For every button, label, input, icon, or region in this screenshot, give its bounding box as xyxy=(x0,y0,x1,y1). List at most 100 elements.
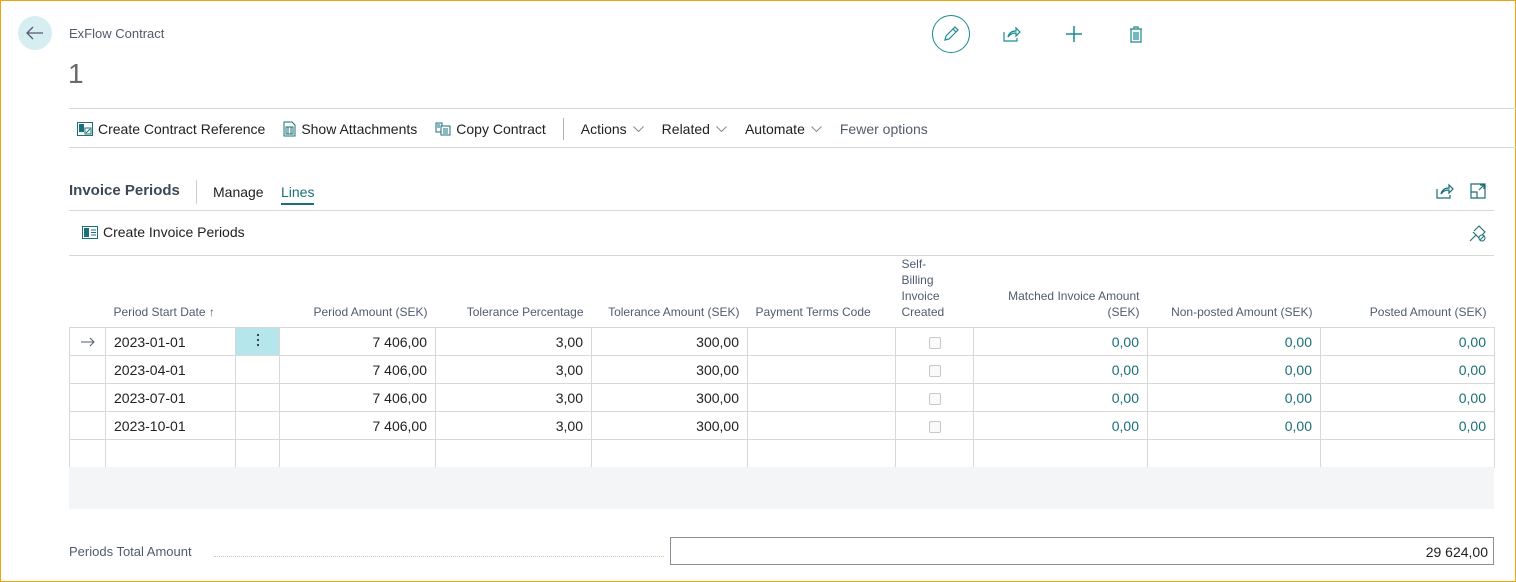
period-amount-cell[interactable]: 7 406,00 xyxy=(279,411,436,440)
divider xyxy=(69,108,1516,109)
periods-total-amount-field[interactable]: 29 624,00 xyxy=(670,537,1494,565)
payment-terms-code-cell[interactable] xyxy=(747,327,896,356)
record-number: 1 xyxy=(68,58,84,89)
row-menu-button[interactable] xyxy=(235,327,280,356)
self-billing-checkbox[interactable] xyxy=(928,420,941,433)
non-posted-amount-cell[interactable]: 0,00 xyxy=(1147,411,1321,440)
table-row[interactable]: 2023-10-01 7 406,00 3,00 300,00 0,00 0,0… xyxy=(69,411,1495,440)
non-posted-amount-cell[interactable]: 0,00 xyxy=(1147,383,1321,412)
row-indicator xyxy=(69,439,106,468)
create-contract-reference-label: Create Contract Reference xyxy=(98,121,266,137)
table-row[interactable]: 2023-01-01 7 406,00 3,00 300,00 0,00 0,0… xyxy=(69,327,1495,356)
row-menu-cell[interactable] xyxy=(235,383,280,412)
payment-terms-code-cell[interactable] xyxy=(747,411,896,440)
actions-menu[interactable]: Actions xyxy=(572,112,653,146)
row-indicator xyxy=(69,411,106,440)
share-part-button[interactable] xyxy=(1436,183,1454,199)
new-row[interactable] xyxy=(69,439,1495,468)
posted-amount-cell[interactable]: 0,00 xyxy=(1320,411,1495,440)
vertical-dots-icon xyxy=(256,333,259,347)
period-amount-cell[interactable]: 7 406,00 xyxy=(279,383,436,412)
show-attachments-button[interactable]: Show Attachments xyxy=(274,112,426,146)
delete-button[interactable] xyxy=(1116,14,1156,54)
share-button[interactable] xyxy=(992,14,1032,54)
matched-invoice-amount-cell[interactable]: 0,00 xyxy=(973,355,1148,384)
empty-cell[interactable] xyxy=(747,439,896,468)
period-start-date-cell[interactable]: 2023-10-01 xyxy=(105,411,236,440)
indicator-header xyxy=(69,256,106,328)
row-menu-cell[interactable] xyxy=(235,355,280,384)
copy-contract-label: Copy Contract xyxy=(456,121,546,137)
expand-button[interactable] xyxy=(1470,183,1486,199)
copy-contract-button[interactable]: Copy Contract xyxy=(426,112,554,146)
column-header-tolerance-amount[interactable]: Tolerance Amount (SEK) xyxy=(591,256,748,328)
posted-amount-cell[interactable]: 0,00 xyxy=(1320,355,1495,384)
empty-cell[interactable] xyxy=(105,439,236,468)
period-amount-cell[interactable]: 7 406,00 xyxy=(279,355,436,384)
column-header-period-amount[interactable]: Period Amount (SEK) xyxy=(279,256,436,328)
posted-amount-cell[interactable]: 0,00 xyxy=(1320,327,1495,356)
column-header-self-billing-invoice-created[interactable]: Self- Billing Invoice Created xyxy=(895,256,974,328)
tab-manage[interactable]: Manage xyxy=(213,184,264,200)
actions-menu-label: Actions xyxy=(580,121,627,137)
edit-button[interactable] xyxy=(932,15,970,53)
share-icon xyxy=(1003,26,1021,42)
column-header-matched-invoice-amount[interactable]: Matched Invoice Amount (SEK) xyxy=(973,256,1148,328)
payment-terms-code-cell[interactable] xyxy=(747,355,896,384)
period-amount-cell[interactable]: 7 406,00 xyxy=(279,327,436,356)
self-billing-checkbox[interactable] xyxy=(928,392,941,405)
non-posted-amount-cell[interactable]: 0,00 xyxy=(1147,327,1321,356)
period-start-date-cell[interactable]: 2023-04-01 xyxy=(105,355,236,384)
tolerance-amount-cell[interactable]: 300,00 xyxy=(591,411,748,440)
tolerance-percentage-cell[interactable]: 3,00 xyxy=(435,327,592,356)
related-menu[interactable]: Related xyxy=(653,112,736,146)
tolerance-amount-cell[interactable]: 300,00 xyxy=(591,355,748,384)
tolerance-percentage-cell[interactable]: 3,00 xyxy=(435,355,592,384)
empty-cell[interactable] xyxy=(895,439,974,468)
fewer-options-button[interactable]: Fewer options xyxy=(831,112,937,146)
empty-cell[interactable] xyxy=(235,439,280,468)
self-billing-checkbox[interactable] xyxy=(928,336,941,349)
unpin-icon xyxy=(1469,225,1486,242)
related-menu-label: Related xyxy=(661,121,710,137)
plus-icon xyxy=(1066,26,1082,42)
periods-total-amount-label: Periods Total Amount xyxy=(69,544,192,559)
tolerance-percentage-cell[interactable]: 3,00 xyxy=(435,411,592,440)
payment-terms-code-cell[interactable] xyxy=(747,383,896,412)
part-title: Invoice Periods xyxy=(69,182,180,199)
matched-invoice-amount-cell[interactable]: 0,00 xyxy=(973,327,1148,356)
back-button[interactable] xyxy=(18,16,52,50)
period-start-date-cell[interactable]: 2023-07-01 xyxy=(105,383,236,412)
self-billing-checkbox[interactable] xyxy=(928,364,941,377)
column-header-non-posted-amount[interactable]: Non-posted Amount (SEK) xyxy=(1147,256,1321,328)
period-start-date-cell[interactable]: 2023-01-01 xyxy=(105,327,236,356)
unpin-button[interactable] xyxy=(1469,224,1487,242)
posted-amount-cell[interactable]: 0,00 xyxy=(1320,383,1495,412)
table-row[interactable]: 2023-04-01 7 406,00 3,00 300,00 0,00 0,0… xyxy=(69,355,1495,384)
empty-cell[interactable] xyxy=(591,439,748,468)
column-header-posted-amount[interactable]: Posted Amount (SEK) xyxy=(1320,256,1495,328)
empty-cell[interactable] xyxy=(1320,439,1495,468)
column-header-payment-terms-code[interactable]: Payment Terms Code xyxy=(747,256,896,328)
new-button[interactable] xyxy=(1054,14,1094,54)
row-menu-cell[interactable] xyxy=(235,411,280,440)
create-contract-reference-button[interactable]: Create Contract Reference xyxy=(69,112,274,146)
tolerance-amount-cell[interactable]: 300,00 xyxy=(591,383,748,412)
row-indicator xyxy=(69,383,106,412)
tolerance-amount-cell[interactable]: 300,00 xyxy=(591,327,748,356)
column-header-period-start-date[interactable]: Period Start Date ↑ xyxy=(105,256,280,328)
tolerance-percentage-cell[interactable]: 3,00 xyxy=(435,383,592,412)
empty-cell[interactable] xyxy=(435,439,592,468)
column-header-tolerance-percentage[interactable]: Tolerance Percentage xyxy=(435,256,592,328)
tab-lines[interactable]: Lines xyxy=(281,184,315,205)
header-actions xyxy=(932,14,1156,54)
automate-menu[interactable]: Automate xyxy=(736,112,831,146)
empty-cell[interactable] xyxy=(1147,439,1321,468)
non-posted-amount-cell[interactable]: 0,00 xyxy=(1147,355,1321,384)
matched-invoice-amount-cell[interactable]: 0,00 xyxy=(973,411,1148,440)
table-row[interactable]: 2023-07-01 7 406,00 3,00 300,00 0,00 0,0… xyxy=(69,383,1495,412)
empty-cell[interactable] xyxy=(973,439,1148,468)
create-invoice-periods-button[interactable]: Create Invoice Periods xyxy=(82,224,245,240)
matched-invoice-amount-cell[interactable]: 0,00 xyxy=(973,383,1148,412)
empty-cell[interactable] xyxy=(279,439,436,468)
